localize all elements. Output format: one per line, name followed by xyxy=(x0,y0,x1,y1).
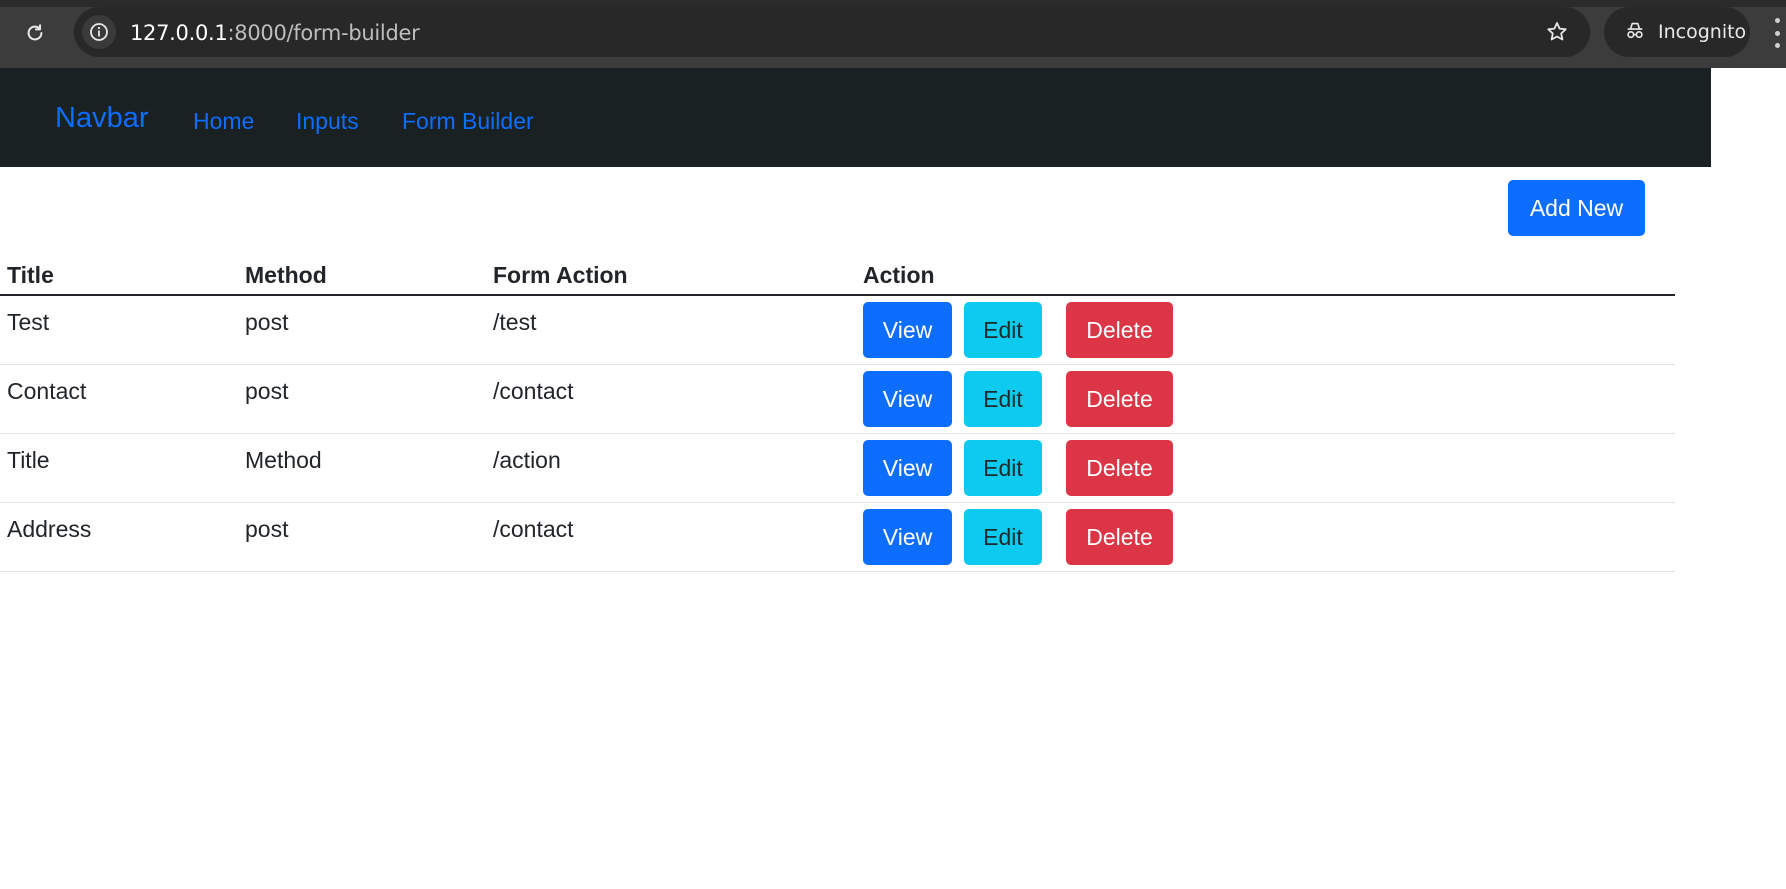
table-row: Address post /contact View Edit Delete xyxy=(0,503,1675,572)
cell-form-action: /contact xyxy=(493,516,574,542)
forms-table: Title Method Form Action Action Test pos… xyxy=(0,248,1675,572)
cell-form-action: /contact xyxy=(493,378,574,404)
edit-button[interactable]: Edit xyxy=(964,302,1042,358)
url-text[interactable]: 127.0.0.1:8000/form-builder xyxy=(130,21,420,45)
header-title: Title xyxy=(7,262,54,288)
incognito-icon xyxy=(1624,19,1646,46)
cell-method: post xyxy=(245,378,289,404)
delete-button[interactable]: Delete xyxy=(1066,371,1173,427)
view-button[interactable]: View xyxy=(863,371,952,427)
edit-button[interactable]: Edit xyxy=(964,509,1042,565)
cell-title: Title xyxy=(7,447,50,473)
address-bar[interactable]: 127.0.0.1:8000/form-builder xyxy=(74,7,1590,57)
incognito-label: Incognito xyxy=(1658,21,1747,43)
delete-button[interactable]: Delete xyxy=(1066,440,1173,496)
add-new-button[interactable]: Add New xyxy=(1508,180,1645,236)
navbar-brand[interactable]: Navbar xyxy=(55,102,149,135)
navbar: Navbar Home Inputs Form Builder xyxy=(0,68,1711,167)
url-path: :8000/form-builder xyxy=(227,21,420,45)
site-info-icon[interactable] xyxy=(82,15,116,49)
page-content: Navbar Home Inputs Form Builder Add New … xyxy=(0,68,1786,889)
header-action: Action xyxy=(863,262,935,288)
cell-method: Method xyxy=(245,447,322,473)
cell-title: Test xyxy=(7,309,50,335)
incognito-indicator[interactable]: Incognito xyxy=(1604,7,1750,57)
bookmark-star-icon[interactable] xyxy=(1544,19,1570,45)
nav-link-form-builder[interactable]: Form Builder xyxy=(402,108,534,135)
view-button[interactable]: View xyxy=(863,302,952,358)
url-host: 127.0.0.1 xyxy=(130,21,228,45)
cell-method: post xyxy=(245,516,289,542)
edit-button[interactable]: Edit xyxy=(964,440,1042,496)
header-method: Method xyxy=(245,262,327,288)
table-row: Test post /test View Edit Delete xyxy=(0,296,1675,365)
nav-link-inputs[interactable]: Inputs xyxy=(296,108,359,135)
table-row: Contact post /contact View Edit Delete xyxy=(0,365,1675,434)
cell-method: post xyxy=(245,309,289,335)
cell-form-action: /action xyxy=(493,447,561,473)
view-button[interactable]: View xyxy=(863,509,952,565)
view-button[interactable]: View xyxy=(863,440,952,496)
edit-button[interactable]: Edit xyxy=(964,371,1042,427)
delete-button[interactable]: Delete xyxy=(1066,302,1173,358)
table-header: Title Method Form Action Action xyxy=(0,248,1675,296)
table-row: Title Method /action View Edit Delete xyxy=(0,434,1675,503)
cell-title: Contact xyxy=(7,378,87,404)
nav-link-home[interactable]: Home xyxy=(193,108,254,135)
header-form-action: Form Action xyxy=(493,262,628,288)
reload-icon[interactable] xyxy=(22,20,48,46)
browser-toolbar: 127.0.0.1:8000/form-builder Incognito xyxy=(0,0,1786,68)
cell-form-action: /test xyxy=(493,309,537,335)
cell-title: Address xyxy=(7,516,92,542)
tab-strip-edge xyxy=(0,0,1786,7)
browser-menu-icon[interactable] xyxy=(1772,18,1782,48)
delete-button[interactable]: Delete xyxy=(1066,509,1173,565)
